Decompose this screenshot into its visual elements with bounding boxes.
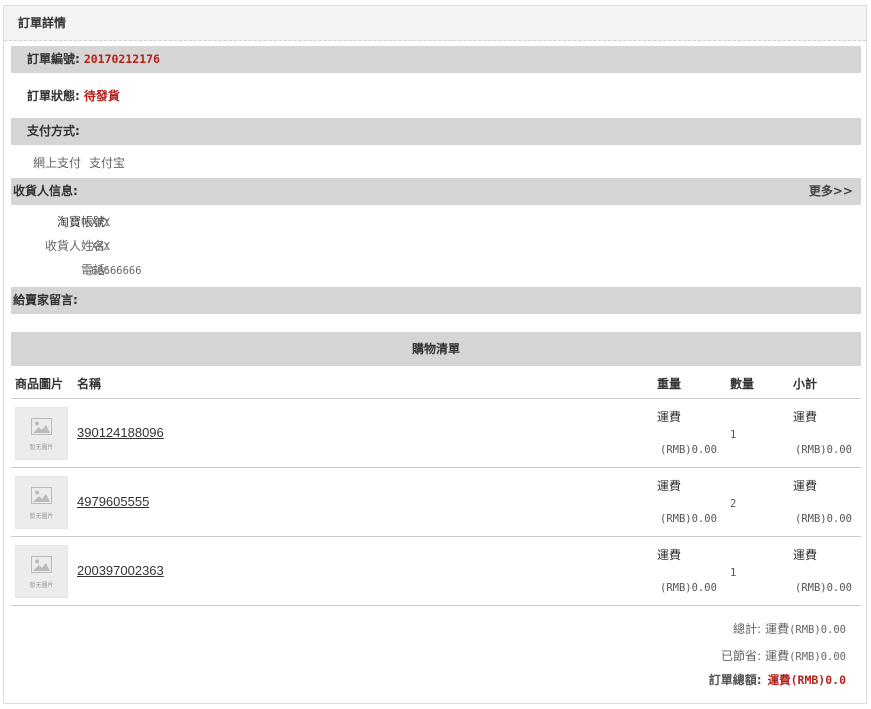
order-status-label: 訂單狀態: (27, 89, 80, 103)
product-name-link[interactable]: 390124188096 (77, 425, 164, 440)
weight-price: (RMB)0.00 (660, 444, 717, 456)
order-status-value: 待發貨 (83, 89, 120, 103)
payment-method-value: 支付宝 (89, 156, 126, 170)
saved-row: 已節省: 運費(RMB)0.00 (721, 648, 846, 665)
header-qty: 數量 (730, 377, 755, 391)
weight-price: (RMB)0.00 (660, 513, 717, 525)
header-name: 名稱 (77, 377, 102, 391)
item-quantity: 1 (730, 567, 737, 579)
panel-title: 訂單詳情 (4, 6, 866, 41)
order-number-value: 20170212176 (83, 52, 160, 66)
header-weight: 重量 (657, 377, 682, 391)
no-image-caption: 暂无圖片 (29, 513, 54, 520)
receiver-bar: 收貨人信息: 更多>> (11, 178, 861, 205)
total-row: 總計: 運費(RMB)0.00 (733, 621, 846, 638)
saved-label: 已節省: (721, 649, 762, 663)
image-placeholder-icon (31, 418, 52, 435)
subtotal-label: 運費 (793, 548, 818, 562)
saved-value-label: 運費 (765, 649, 790, 663)
cart-title: 購物清單 (411, 342, 460, 356)
total-value-label: 運費 (765, 622, 790, 636)
more-link[interactable]: 更多>> (809, 178, 853, 205)
weight-label: 運費 (657, 479, 682, 493)
product-thumbnail[interactable]: 暂无圖片 (15, 545, 68, 598)
grand-total-value: 運費(RMB)0.0 (767, 673, 846, 687)
payment-bar: 支付方式: (11, 118, 861, 145)
weight-label: 運費 (657, 548, 682, 562)
order-status-row: 訂單狀態: 待發貨 (27, 88, 120, 104)
image-placeholder-icon (31, 556, 52, 573)
header-subtotal: 小計 (793, 377, 818, 391)
subtotal-label: 運費 (793, 410, 818, 424)
receiver-field-value: 66666666 (91, 265, 142, 277)
order-number-label: 訂單編號: (27, 52, 80, 66)
weight-price: (RMB)0.00 (660, 582, 717, 594)
message-section-label: 給賣家留言: (13, 293, 78, 307)
row-divider (11, 536, 861, 537)
subtotal-price: (RMB)0.00 (795, 582, 852, 594)
subtotal-label: 運費 (793, 479, 818, 493)
row-divider (11, 467, 861, 468)
message-bar: 給賣家留言: (11, 287, 861, 314)
receiver-field-value: XXX (91, 241, 110, 253)
item-quantity: 2 (730, 498, 737, 510)
order-number-bar: 訂單編號: 20170212176 (11, 46, 861, 73)
grand-total-row: 訂單總額: 運費(RMB)0.0 (709, 672, 846, 688)
total-label: 總計: (733, 622, 762, 636)
grand-total-label: 訂單總額: (708, 673, 762, 687)
receiver-section-label: 收貨人信息: (13, 184, 78, 198)
subtotal-price: (RMB)0.00 (795, 444, 852, 456)
row-divider (11, 605, 861, 606)
payment-method-label: 網上支付 (33, 156, 82, 170)
no-image-caption: 暂无圖片 (29, 444, 54, 451)
item-quantity: 1 (730, 429, 737, 441)
header-divider (11, 398, 861, 399)
header-image: 商品圖片 (15, 377, 64, 391)
receiver-field-value: XXX (91, 217, 110, 229)
total-value: (RMB)0.00 (789, 624, 846, 636)
payment-section-label: 支付方式: (27, 124, 80, 138)
product-thumbnail[interactable]: 暂无圖片 (15, 476, 68, 529)
order-detail-panel: 訂單詳情 訂單編號: 20170212176 訂單狀態: 待發貨 支付方式: 網上支… (3, 5, 867, 704)
cart-title-bar: 購物清單 (11, 332, 861, 366)
image-placeholder-icon (31, 487, 52, 504)
product-thumbnail[interactable]: 暂无圖片 (15, 407, 68, 460)
saved-value: (RMB)0.00 (789, 651, 846, 663)
subtotal-price: (RMB)0.00 (795, 513, 852, 525)
product-name-link[interactable]: 200397002363 (77, 563, 164, 578)
product-name-link[interactable]: 4979605555 (77, 494, 149, 509)
no-image-caption: 暂无圖片 (29, 582, 54, 589)
weight-label: 運費 (657, 410, 682, 424)
payment-method-row: 網上支付 支付宝 (33, 155, 125, 171)
